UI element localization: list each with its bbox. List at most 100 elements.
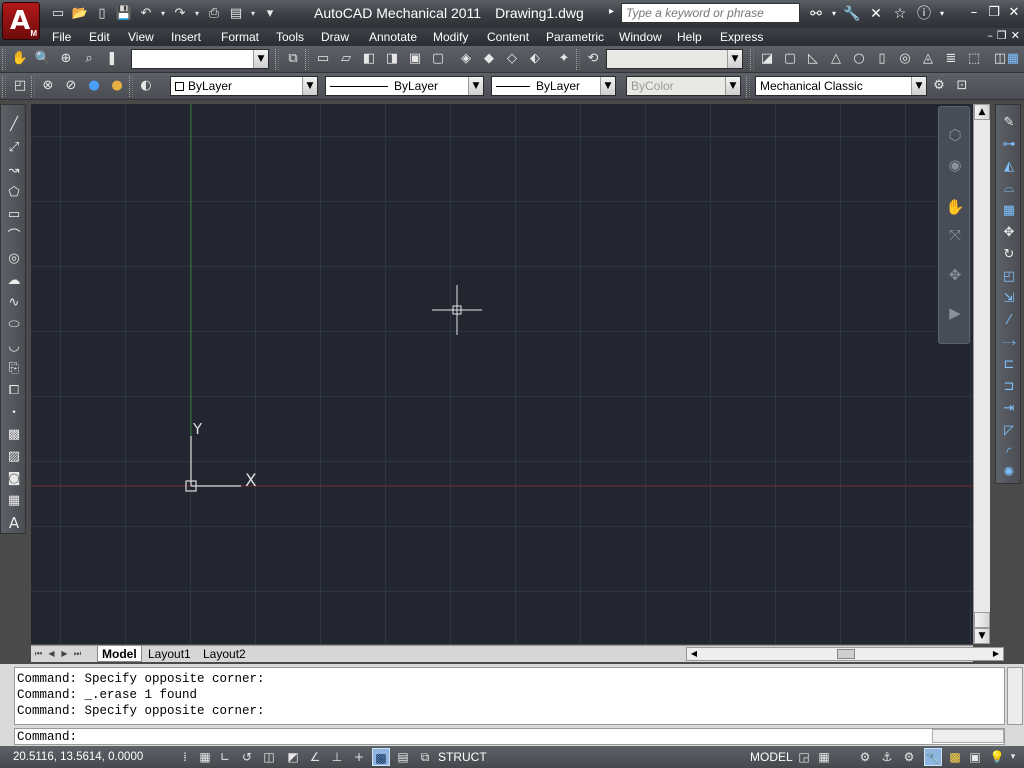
sw-isometric-icon[interactable]: ◈ xyxy=(456,49,476,69)
toolbar-grip[interactable] xyxy=(2,76,6,97)
menu-modify[interactable]: Modify xyxy=(433,30,468,44)
menu-format[interactable]: Format xyxy=(221,30,259,44)
menu-draw[interactable]: Draw xyxy=(321,30,349,44)
doc-minimize-icon[interactable]: – xyxy=(987,29,993,42)
toolbar-grip[interactable] xyxy=(750,49,754,70)
bottom-view-icon[interactable]: ▱ xyxy=(336,49,356,69)
hatch-icon[interactable]: ▩ xyxy=(4,425,24,445)
binoculars-icon[interactable]: ⚯ xyxy=(806,4,826,24)
redo-dropdown-icon[interactable]: ▾ xyxy=(192,4,202,24)
workspace-lock-icon[interactable]: ⊡ xyxy=(952,76,972,96)
rotate-icon[interactable]: ↻ xyxy=(999,245,1019,265)
3d-object-snap-icon[interactable]: ◩ xyxy=(284,748,302,766)
open-sheet-set-icon[interactable]: ▯ xyxy=(92,4,112,24)
chamfer-icon[interactable]: ◸ xyxy=(999,421,1019,441)
pan-icon[interactable]: ✋ xyxy=(945,197,965,217)
isolate-objects-icon[interactable]: ▣ xyxy=(966,748,984,766)
publish-icon[interactable]: ▤ xyxy=(226,4,246,24)
trim-icon[interactable]: ⁄ xyxy=(999,311,1019,331)
annotation-visibility-icon[interactable]: ⚓ xyxy=(878,748,896,766)
revcloud-icon[interactable]: ☁ xyxy=(4,271,24,291)
realistic-icon[interactable]: ● xyxy=(84,76,104,96)
menu-help[interactable]: Help xyxy=(677,30,702,44)
lineweight-toggle-icon[interactable]: ▩ xyxy=(372,748,390,766)
table-icon[interactable]: ▦ xyxy=(4,491,24,511)
plot-icon[interactable]: ⎙ xyxy=(204,4,224,24)
annotation-scale-icon[interactable]: ⚙ xyxy=(856,748,874,766)
restore-icon[interactable]: ❐ xyxy=(986,4,1002,22)
color-combo[interactable]: ByLayer ▼ xyxy=(170,76,318,96)
drawing-area[interactable]: X Y xyxy=(31,104,973,644)
zoom-window-icon[interactable]: ⌕ xyxy=(79,49,99,69)
toolbar-grip[interactable] xyxy=(129,76,133,97)
mirror-icon[interactable]: ◭ xyxy=(999,157,1019,177)
scroll-left-icon[interactable]: ◀ xyxy=(687,648,701,660)
linetype-combo[interactable]: ByLayer ▼ xyxy=(325,76,484,96)
doc-restore-icon[interactable]: ❐ xyxy=(997,29,1007,42)
visual-style-manager-icon[interactable]: ◐ xyxy=(136,76,156,96)
move-icon[interactable]: ✥ xyxy=(999,223,1019,243)
top-view-icon[interactable]: ▭ xyxy=(313,49,333,69)
polar-tracking-icon[interactable]: ↺ xyxy=(238,748,256,766)
clean-screen-lightbulb-icon[interactable]: 💡 xyxy=(988,748,1006,766)
polysolid-icon[interactable]: ⬚ xyxy=(964,49,984,69)
quick-view-layouts-icon[interactable]: ◲ xyxy=(795,748,813,766)
steeringwheel-icon[interactable]: ⬡ xyxy=(945,125,965,145)
hidden-icon[interactable]: ⊘ xyxy=(61,76,81,96)
circle-icon[interactable]: ◎ xyxy=(4,249,24,269)
dynamic-input-icon[interactable]: + xyxy=(350,748,368,766)
line-icon[interactable]: ╱ xyxy=(4,115,24,135)
pyramid-icon[interactable]: ◬ xyxy=(918,49,938,69)
viewcube-icon[interactable]: ◉ xyxy=(945,155,965,175)
break-icon[interactable]: ⊐ xyxy=(999,377,1019,397)
mtext-icon[interactable]: A xyxy=(4,513,24,533)
menu-content[interactable]: Content xyxy=(487,30,529,44)
box-icon[interactable]: ▢ xyxy=(780,49,800,69)
2d-wireframe-icon[interactable]: ⊗ xyxy=(38,76,58,96)
workspace-combo[interactable]: Mechanical Classic ▼ xyxy=(755,76,927,96)
ortho-mode-icon[interactable]: ∟ xyxy=(216,748,234,766)
quick-properties-icon[interactable]: ▤ xyxy=(394,748,412,766)
polyline-icon[interactable]: ↝ xyxy=(4,161,24,181)
search-dropdown-icon[interactable]: ▾ xyxy=(830,4,838,24)
publish-dropdown-icon[interactable]: ▾ xyxy=(248,4,258,24)
redo-icon[interactable]: ↷ xyxy=(170,4,190,24)
left-view-icon[interactable]: ◧ xyxy=(359,49,379,69)
cone-icon[interactable]: △ xyxy=(826,49,846,69)
application-menu-button[interactable]: A M xyxy=(2,2,40,40)
menu-edit[interactable]: Edit xyxy=(89,30,110,44)
quick-view-drawings-icon[interactable]: ▦ xyxy=(815,748,833,766)
extend-icon[interactable]: ⤏ xyxy=(999,333,1019,353)
orbit-icon[interactable]: ✥ xyxy=(945,265,965,285)
construction-line-icon[interactable]: ⤢ xyxy=(4,138,24,158)
ellipse-icon[interactable]: ⬭ xyxy=(4,315,24,335)
snap-mode-icon[interactable]: ⁞ xyxy=(176,748,194,766)
last-tab-icon[interactable]: ⏭ xyxy=(72,647,83,661)
named-views-combo[interactable]: ▼ xyxy=(131,49,269,69)
menu-parametric[interactable]: Parametric xyxy=(546,30,604,44)
insert-block-icon[interactable]: ⎘ xyxy=(4,359,24,379)
rectangle-icon[interactable]: ▭ xyxy=(4,205,24,225)
ne-isometric-icon[interactable]: ◇ xyxy=(502,49,522,69)
zoom-realtime-icon[interactable]: 🔍 xyxy=(33,49,53,69)
object-snap-icon[interactable]: ◫ xyxy=(260,748,278,766)
model-space-toggle[interactable]: MODEL xyxy=(750,750,793,764)
sphere-icon[interactable]: ○ xyxy=(849,49,869,69)
polygon-icon[interactable]: ⬠ xyxy=(4,183,24,203)
back-view-icon[interactable]: ▢ xyxy=(428,49,448,69)
offset-icon[interactable]: ⌓ xyxy=(999,179,1019,199)
save-icon[interactable]: 💾 xyxy=(114,4,134,24)
close-icon[interactable]: ✕ xyxy=(1006,4,1022,22)
point-icon[interactable]: • xyxy=(4,403,24,423)
vertical-scrollbar[interactable]: ▲ ▼ xyxy=(973,104,990,644)
conceptual-icon[interactable]: ● xyxy=(107,76,127,96)
ucs-previous-icon[interactable]: ⟲ xyxy=(583,49,603,69)
command-history-scrollbar[interactable] xyxy=(1007,667,1023,725)
status-bar-menu-icon[interactable]: ▾ xyxy=(1006,748,1020,766)
stretch-icon[interactable]: ⇲ xyxy=(999,289,1019,309)
scale-icon[interactable]: ◰ xyxy=(999,267,1019,287)
right-view-icon[interactable]: ◨ xyxy=(382,49,402,69)
next-tab-icon[interactable]: ▶ xyxy=(59,647,70,661)
subscription-center-icon[interactable]: 🔧 xyxy=(842,4,862,24)
ellipse-arc-icon[interactable]: ◡ xyxy=(4,337,24,357)
